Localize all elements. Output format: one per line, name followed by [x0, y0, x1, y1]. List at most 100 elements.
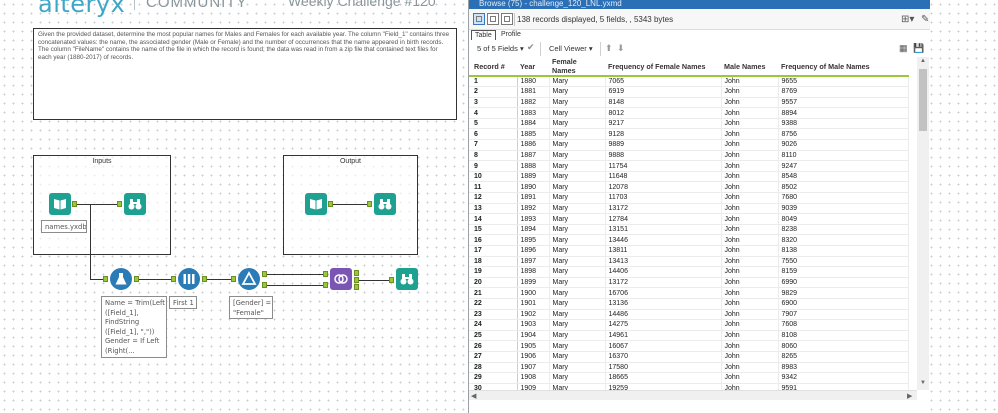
- input-anchor[interactable]: [389, 277, 394, 283]
- input-data-tool[interactable]: [49, 193, 71, 215]
- table-cell[interactable]: Mary: [549, 330, 606, 342]
- table-cell[interactable]: Mary: [549, 224, 606, 236]
- table-cell[interactable]: 8110: [778, 150, 909, 162]
- table-cell[interactable]: Mary: [549, 139, 606, 151]
- record-number-cell[interactable]: 21: [469, 287, 518, 299]
- table-row[interactable]: 11 1890 Mary 12078 John 8502: [469, 181, 909, 194]
- table-row[interactable]: 16 1895 Mary 13446 John 8320: [469, 234, 909, 246]
- join-right-anchor[interactable]: [323, 282, 328, 288]
- table-row[interactable]: 2 1881 Mary 6919 John 8769: [469, 86, 909, 98]
- column-header[interactable]: Male Names: [721, 57, 778, 77]
- join-output-anchor[interactable]: [354, 284, 359, 290]
- table-cell[interactable]: John: [721, 330, 779, 342]
- table-cell[interactable]: 13811: [605, 245, 722, 257]
- table-row[interactable]: 28 1907 Mary 17580 John 8983: [469, 362, 909, 374]
- table-row[interactable]: 12 1891 Mary 11703 John 7680: [469, 192, 909, 204]
- table-row[interactable]: 17 1896 Mary 13811 John 8138: [469, 245, 909, 257]
- table-cell[interactable]: John: [721, 118, 779, 130]
- record-number-cell[interactable]: 1: [469, 76, 518, 88]
- table-cell[interactable]: 1892: [517, 203, 550, 215]
- table-cell[interactable]: John: [721, 351, 779, 363]
- table-cell[interactable]: 1902: [517, 309, 550, 321]
- table-cell[interactable]: 9247: [778, 160, 909, 172]
- table-cell[interactable]: 11703: [605, 192, 722, 204]
- new-window-icon[interactable]: ⊞▾: [901, 14, 914, 25]
- input-anchor[interactable]: [231, 276, 236, 282]
- table-cell[interactable]: 1888: [517, 160, 550, 172]
- final-browse-tool[interactable]: [396, 268, 418, 290]
- table-cell[interactable]: 14406: [605, 266, 722, 278]
- filter-tool[interactable]: [238, 268, 260, 290]
- table-cell[interactable]: John: [721, 160, 779, 172]
- table-cell[interactable]: 1889: [517, 171, 550, 183]
- table-cell[interactable]: Mary: [549, 234, 606, 246]
- save-icon[interactable]: 💾: [913, 43, 924, 54]
- input-anchor[interactable]: [103, 276, 108, 282]
- table-cell[interactable]: 8756: [778, 128, 909, 141]
- record-number-cell[interactable]: 11: [469, 181, 518, 194]
- record-number-cell[interactable]: 12: [469, 192, 518, 204]
- record-number-cell[interactable]: 10: [469, 171, 518, 183]
- record-number-cell[interactable]: 5: [469, 118, 518, 130]
- table-cell[interactable]: 8049: [778, 213, 909, 225]
- table-cell[interactable]: 8265: [778, 351, 909, 363]
- table-cell[interactable]: 1887: [517, 150, 550, 162]
- table-row[interactable]: 5 1884 Mary 9217 John 9388: [469, 118, 909, 130]
- table-cell[interactable]: 12078: [605, 181, 722, 194]
- table-row[interactable]: 13 1892 Mary 13172 John 9039: [469, 203, 909, 215]
- column-header[interactable]: Female Names: [549, 57, 605, 77]
- table-row[interactable]: 25 1904 Mary 14961 John 8108: [469, 330, 909, 342]
- table-cell[interactable]: 9342: [778, 372, 909, 384]
- table-cell[interactable]: 1881: [517, 86, 550, 98]
- scroll-up-icon[interactable]: ▲: [920, 58, 926, 64]
- record-number-cell[interactable]: 30: [469, 383, 518, 390]
- table-cell[interactable]: Mary: [549, 203, 606, 215]
- table-cell[interactable]: 9388: [778, 118, 909, 130]
- table-cell[interactable]: 1906: [517, 351, 550, 363]
- table-cell[interactable]: 13413: [605, 256, 722, 268]
- table-cell[interactable]: 8320: [778, 234, 909, 246]
- table-row[interactable]: 23 1902 Mary 14486 John 7907: [469, 309, 909, 321]
- table-cell[interactable]: Mary: [549, 372, 606, 384]
- table-cell[interactable]: 1909: [517, 383, 550, 390]
- table-cell[interactable]: 7065: [605, 76, 722, 88]
- table-cell[interactable]: 1899: [517, 277, 550, 289]
- table-cell[interactable]: 13136: [605, 298, 722, 310]
- join-output-anchor[interactable]: [354, 270, 359, 276]
- formula-tool[interactable]: [110, 268, 132, 290]
- table-row[interactable]: 1 1880 Mary 7065 John 9655: [469, 76, 909, 88]
- table-cell[interactable]: 1882: [517, 97, 550, 109]
- table-cell[interactable]: 1895: [517, 234, 550, 246]
- table-cell[interactable]: John: [721, 287, 779, 299]
- table-cell[interactable]: Mary: [549, 245, 606, 257]
- record-number-cell[interactable]: 27: [469, 351, 518, 363]
- table-cell[interactable]: John: [721, 181, 779, 194]
- table-cell[interactable]: 7608: [778, 319, 909, 331]
- table-row[interactable]: 6 1885 Mary 9128 John 8756: [469, 128, 909, 141]
- table-cell[interactable]: 1904: [517, 330, 550, 342]
- table-cell[interactable]: 18665: [605, 372, 722, 384]
- table-cell[interactable]: 1880: [517, 76, 550, 88]
- layout-single-button[interactable]: [473, 13, 485, 25]
- table-cell[interactable]: 1908: [517, 372, 550, 384]
- output-container[interactable]: Output: [283, 155, 418, 255]
- table-cell[interactable]: 19259: [605, 383, 722, 390]
- table-cell[interactable]: John: [721, 372, 779, 384]
- table-row[interactable]: 7 1886 Mary 9889 John 9026: [469, 139, 909, 151]
- table-cell[interactable]: John: [721, 319, 779, 331]
- table-cell[interactable]: 8108: [778, 330, 909, 342]
- record-number-cell[interactable]: 29: [469, 372, 518, 384]
- record-number-cell[interactable]: 6: [469, 128, 518, 141]
- table-cell[interactable]: Mary: [549, 213, 606, 225]
- record-number-cell[interactable]: 8: [469, 150, 518, 162]
- table-cell[interactable]: Mary: [549, 181, 606, 194]
- table-cell[interactable]: 9655: [778, 76, 909, 88]
- table-cell[interactable]: John: [721, 340, 779, 352]
- input-anchor[interactable]: [367, 201, 372, 207]
- table-cell[interactable]: Mary: [549, 351, 606, 363]
- table-cell[interactable]: 11754: [605, 160, 722, 172]
- table-cell[interactable]: 7550: [778, 256, 909, 268]
- record-number-cell[interactable]: 3: [469, 97, 518, 109]
- table-cell[interactable]: Mary: [549, 160, 606, 172]
- horizontal-scrollbar[interactable]: ◀ ▶: [469, 390, 917, 400]
